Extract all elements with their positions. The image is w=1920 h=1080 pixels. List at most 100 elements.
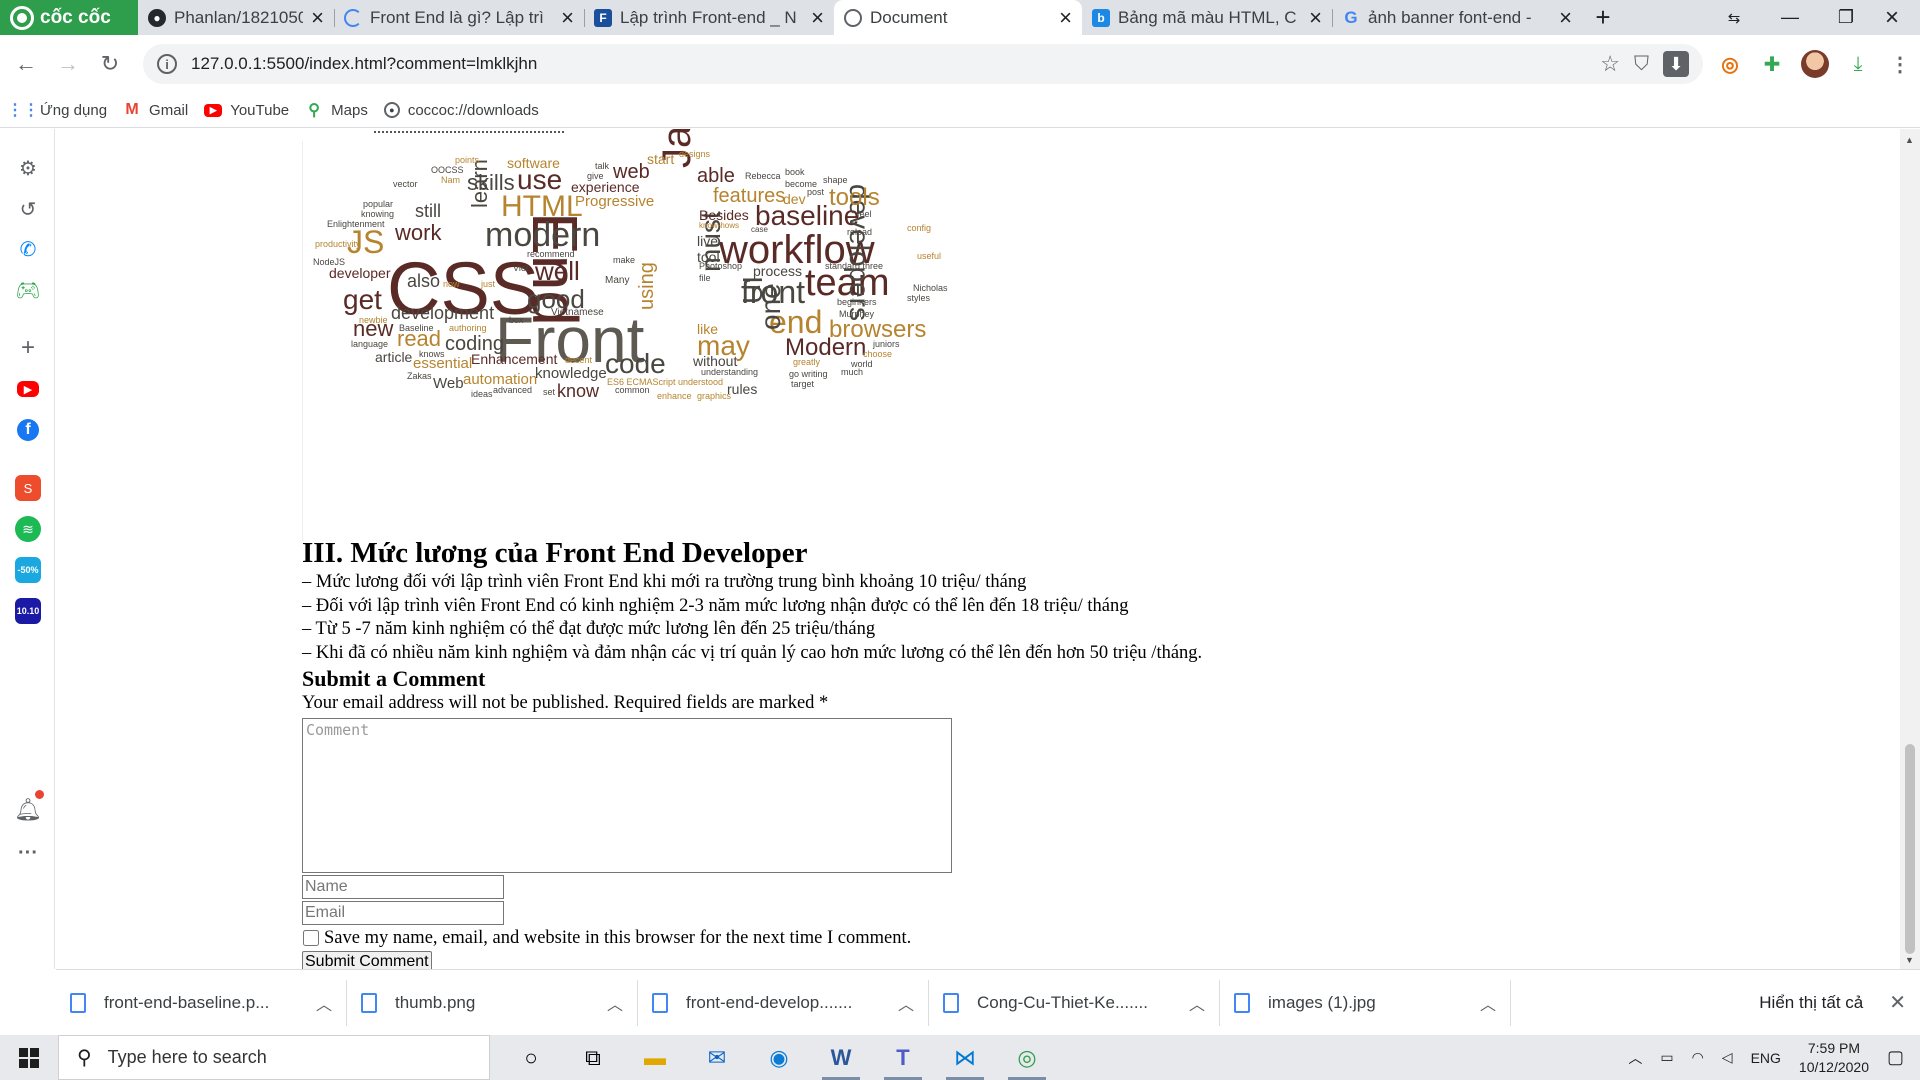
language-indicator[interactable]: ENG xyxy=(1751,1050,1781,1066)
tab-github[interactable]: ● Phanlan/1821050484: × xyxy=(138,0,334,35)
avatar[interactable] xyxy=(1801,50,1829,78)
site-info-icon[interactable]: i xyxy=(157,54,177,74)
tab-document[interactable]: Document × xyxy=(834,0,1082,35)
save-info-checkbox[interactable] xyxy=(303,930,319,946)
tab-title: Front End là gì? Lập trì xyxy=(370,7,544,27)
download-filename: front-end-baseline.p... xyxy=(104,992,270,1012)
volume-icon[interactable]: ◁ xyxy=(1722,1049,1733,1066)
show-all-downloads-link[interactable]: Hiển thị tất cả xyxy=(1759,993,1863,1013)
bookmark-maps[interactable]: ⚲ Maps xyxy=(305,101,368,120)
back-button[interactable]: ← xyxy=(7,45,45,83)
chevron-up-icon[interactable]: ︿ xyxy=(316,991,332,1015)
close-shelf-icon[interactable]: ✕ xyxy=(1889,990,1906,1015)
cortana-icon[interactable]: ○ xyxy=(500,1035,562,1080)
bookmark-gmail[interactable]: M Gmail xyxy=(123,101,188,119)
bookmark-star-icon[interactable]: ☆ xyxy=(1600,51,1620,77)
lazada-icon[interactable]: 10.10 xyxy=(15,598,41,624)
scroll-down-icon[interactable]: ▼ xyxy=(1905,955,1914,965)
bookmark-apps[interactable]: ⋮⋮ Ứng dụng xyxy=(7,101,107,120)
browser-brand[interactable]: cốc cốc xyxy=(0,0,138,35)
name-field[interactable] xyxy=(302,874,504,899)
add-icon[interactable]: + xyxy=(14,334,42,362)
tab-bang-ma-mau[interactable]: b Bảng mã màu HTML, C × xyxy=(1082,0,1332,35)
download-item[interactable]: images (1).jpg ︿ xyxy=(1220,979,1511,1026)
new-tab-button[interactable]: + xyxy=(1582,0,1624,35)
tab-lap-trinh-front-end[interactable]: F Lập trình Front-end _ N × xyxy=(584,0,834,35)
chevron-up-icon[interactable]: ︿ xyxy=(1480,991,1496,1015)
bookmark-label: coccoc://downloads xyxy=(407,101,539,119)
close-icon[interactable]: × xyxy=(1309,6,1322,29)
teams-icon[interactable]: T xyxy=(872,1035,934,1080)
vscode-icon[interactable]: ⋈ xyxy=(934,1035,996,1080)
word-cloud-word: know-hows xyxy=(699,221,740,230)
spotify-icon[interactable]: ≋ xyxy=(15,516,41,542)
save-download-icon[interactable]: ⤓ xyxy=(1845,51,1871,77)
settings-icon[interactable]: ⚙ xyxy=(14,154,42,182)
taskbar-search-placeholder: Type here to search xyxy=(107,1047,267,1067)
word-icon[interactable]: W xyxy=(810,1035,872,1080)
tab-anh-banner[interactable]: G ảnh banner font-end - × xyxy=(1332,0,1582,35)
task-view-icon[interactable]: ⧉ xyxy=(562,1035,624,1080)
history-icon[interactable]: ↺ xyxy=(14,195,42,223)
taskbar-search-box[interactable]: ⚲ Type here to search xyxy=(58,1035,490,1080)
download-item[interactable]: thumb.png ︿ xyxy=(347,979,638,1026)
word-cloud-word: much xyxy=(841,367,864,377)
facebook-icon[interactable]: f xyxy=(17,419,39,441)
word-cloud-word: work xyxy=(395,220,442,245)
coccoc-extension-icon[interactable]: ◎ xyxy=(1717,51,1743,77)
tiki-icon[interactable]: -50% xyxy=(15,557,41,583)
chevron-up-icon[interactable]: ︿ xyxy=(1628,1048,1642,1068)
word-cloud-word: post xyxy=(807,187,825,197)
scrollbar-thumb[interactable] xyxy=(1905,744,1915,954)
download-item[interactable]: front-end-develop....... ︿ xyxy=(638,979,929,1026)
menu-icon[interactable]: ⋮ xyxy=(1887,51,1913,77)
scroll-up-icon[interactable]: ▲ xyxy=(1905,135,1914,145)
tab-front-end-la-gi[interactable]: Front End là gì? Lập trì × xyxy=(334,0,584,35)
window-close-icon[interactable]: × xyxy=(1864,0,1920,35)
windows-start-icon[interactable] xyxy=(0,1035,58,1080)
close-icon[interactable]: × xyxy=(1559,6,1572,29)
email-field[interactable] xyxy=(302,900,504,925)
file-icon xyxy=(361,992,377,1013)
comment-textarea[interactable] xyxy=(302,717,952,873)
close-icon[interactable]: × xyxy=(1059,6,1072,29)
mail-icon[interactable]: ✉ xyxy=(686,1035,748,1080)
more-icon[interactable]: ··· xyxy=(14,839,42,867)
file-explorer-icon[interactable]: ▬ xyxy=(624,1035,686,1080)
page-scrollbar[interactable]: ▲ ▼ xyxy=(1900,129,1920,969)
reload-button[interactable]: ↻ xyxy=(91,45,129,83)
tab-search-icon[interactable]: ⇆ xyxy=(1706,0,1762,35)
word-cloud-word: book xyxy=(785,167,805,177)
shield-icon[interactable]: ⛉ xyxy=(1634,53,1649,76)
clock[interactable]: 7:59 PM 10/12/2020 xyxy=(1799,1039,1869,1077)
coccoc-taskbar-icon[interactable]: ◎ xyxy=(996,1035,1058,1080)
close-icon[interactable]: × xyxy=(811,6,824,29)
puzzle-icon[interactable]: ✚ xyxy=(1759,51,1785,77)
messenger-icon[interactable]: ✆ xyxy=(14,235,42,263)
game-icon[interactable]: 🎮︎ xyxy=(14,276,42,304)
download-item[interactable]: Cong-Cu-Thiet-Ke....... ︿ xyxy=(929,979,1220,1026)
chevron-up-icon[interactable]: ︿ xyxy=(607,991,623,1015)
minimize-icon[interactable]: — xyxy=(1762,0,1818,35)
download-item[interactable]: front-end-baseline.p... ︿ xyxy=(56,979,347,1026)
salary-line-3: – Từ 5 -7 năm kinh nghiệm có thể đạt đượ… xyxy=(302,619,876,639)
forward-button[interactable]: → xyxy=(49,45,87,83)
close-icon[interactable]: × xyxy=(311,6,324,29)
wifi-icon[interactable]: ◠ xyxy=(1692,1049,1704,1066)
edge-icon[interactable]: ◉ xyxy=(748,1035,810,1080)
submit-comment-button[interactable]: Submit Comment xyxy=(302,950,432,969)
youtube-sidebar-icon[interactable]: ▶ xyxy=(17,381,39,397)
bookmark-youtube[interactable]: ▶ YouTube xyxy=(204,102,289,119)
address-bar[interactable]: i 127.0.0.1:5500/index.html?comment=lmkl… xyxy=(143,44,1703,84)
word-cloud-word: Zakas xyxy=(407,371,432,381)
download-icon[interactable]: ⬇ xyxy=(1663,51,1689,77)
chevron-up-icon[interactable]: ︿ xyxy=(898,991,914,1015)
notifications-icon[interactable]: ▢ xyxy=(1887,1047,1904,1068)
bookmark-downloads[interactable]: ● coccoc://downloads xyxy=(383,101,539,119)
chevron-up-icon[interactable]: ︿ xyxy=(1189,991,1205,1015)
close-icon[interactable]: × xyxy=(561,6,574,29)
notification-bell-icon[interactable]: 🔔︎ xyxy=(14,796,42,824)
url-text[interactable]: 127.0.0.1:5500/index.html?comment=lmklkj… xyxy=(191,54,1586,74)
battery-icon[interactable]: ▭ xyxy=(1660,1049,1673,1066)
shopee-icon[interactable]: S xyxy=(15,475,41,501)
